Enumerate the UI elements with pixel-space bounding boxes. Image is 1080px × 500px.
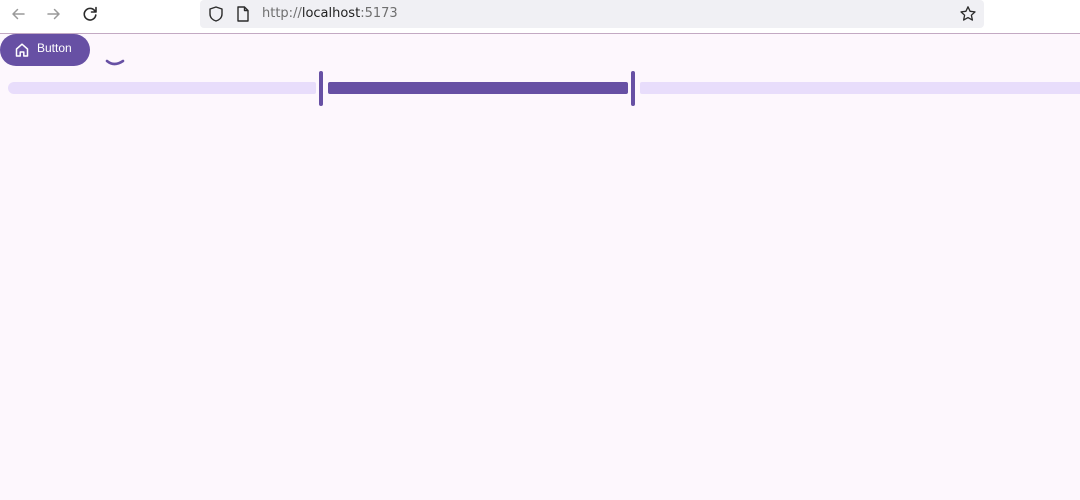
url-port: :5173	[360, 6, 398, 21]
url-host: localhost	[301, 6, 361, 21]
url-text[interactable]: http://localhost:5173	[262, 5, 398, 23]
button-label: Button	[37, 40, 72, 55]
url-scheme: http://	[262, 6, 302, 21]
arrow-right-icon	[47, 8, 60, 20]
page-icon[interactable]	[235, 5, 251, 23]
browser-toolbar: http://localhost:5173	[0, 0, 1080, 34]
home-icon	[15, 43, 29, 57]
loading-spinner	[105, 59, 125, 66]
reload-icon	[83, 6, 97, 21]
range-slider[interactable]	[8, 70, 1080, 106]
slider-track-active[interactable]	[328, 82, 628, 94]
arrow-left-icon	[12, 8, 25, 20]
back-button[interactable]	[5, 2, 31, 26]
slider-track-inactive-end[interactable]	[640, 82, 1080, 94]
star-icon[interactable]	[959, 5, 977, 23]
home-button[interactable]: Button	[0, 34, 90, 66]
shield-icon[interactable]	[207, 5, 225, 23]
slider-handle-start[interactable]	[319, 71, 323, 106]
address-bar[interactable]: http://localhost:5173	[200, 0, 984, 28]
forward-button[interactable]	[41, 2, 67, 26]
slider-handle-end[interactable]	[631, 71, 635, 106]
slider-track-inactive-start[interactable]	[8, 82, 316, 94]
reload-button[interactable]	[77, 2, 103, 26]
